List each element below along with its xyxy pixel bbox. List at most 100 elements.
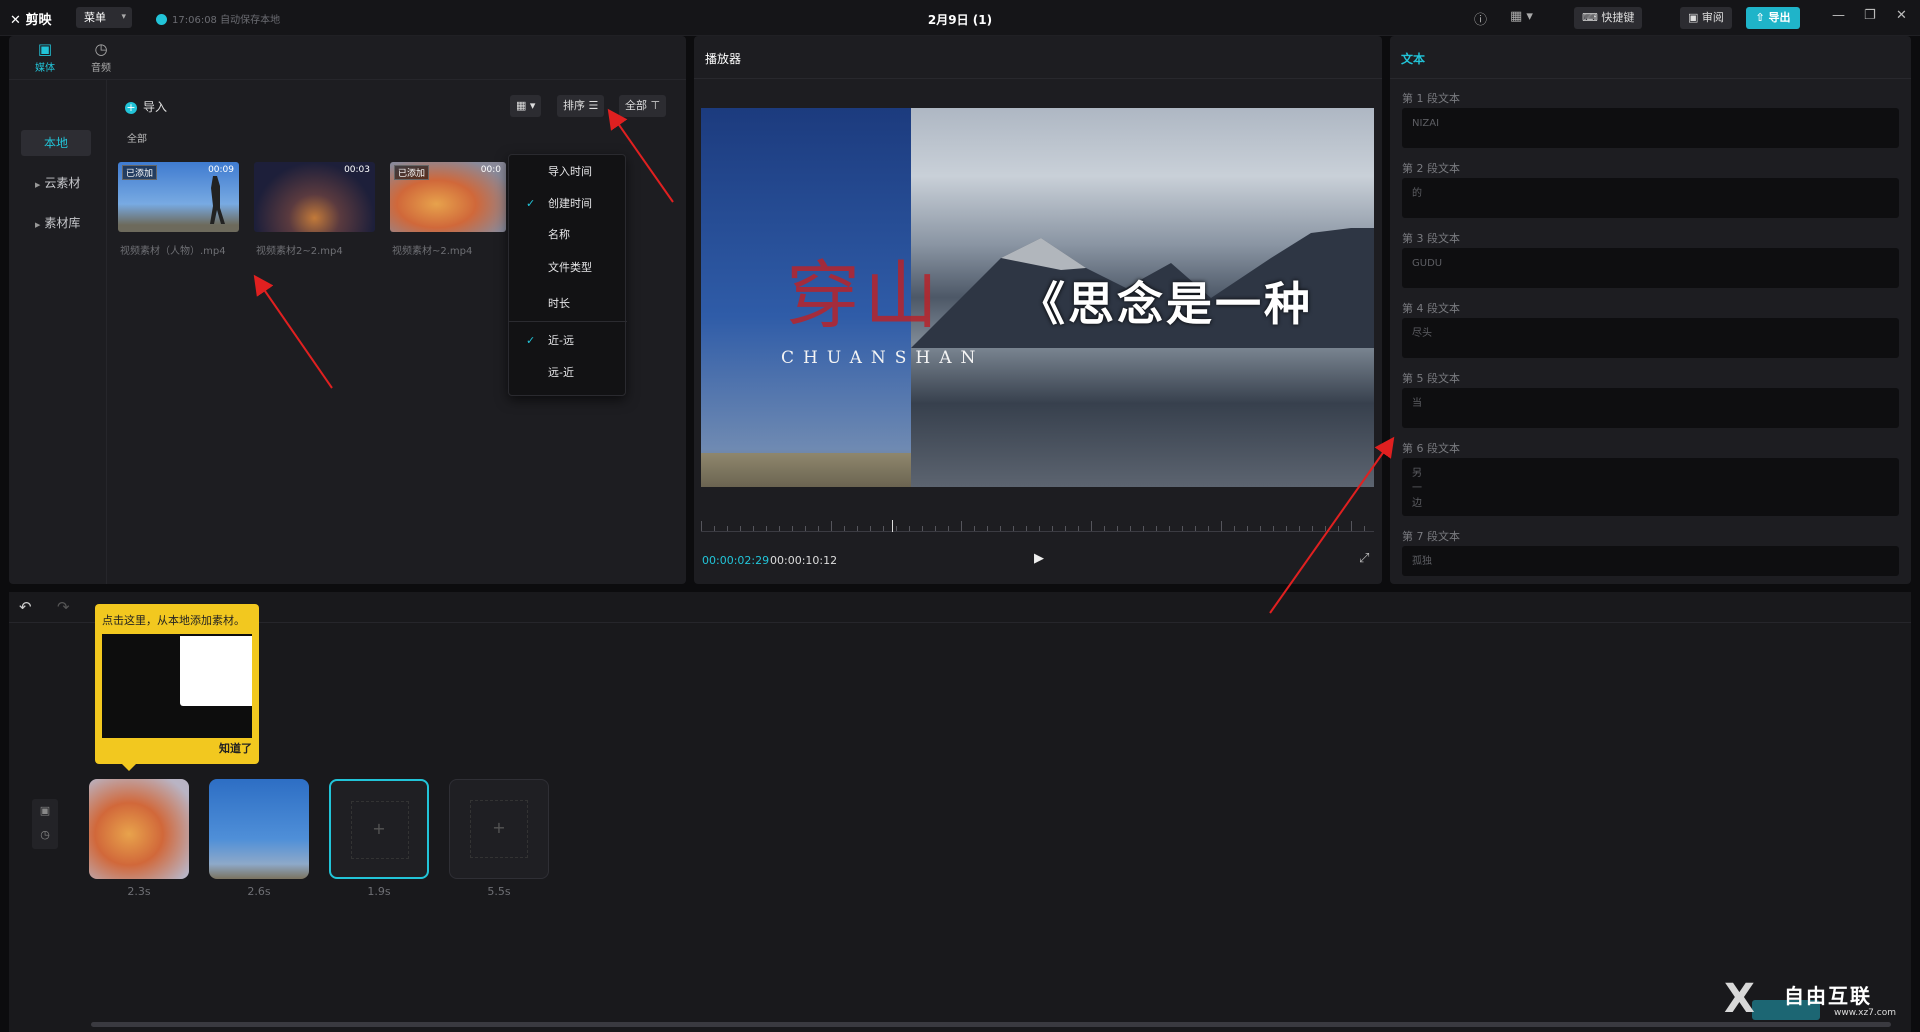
ruler-tick	[1286, 526, 1287, 531]
sort-label: 排序	[563, 99, 585, 112]
timeline-clip[interactable]	[89, 779, 189, 879]
sort-option-file-type[interactable]: 文件类型	[509, 255, 627, 281]
ruler-tick	[935, 526, 936, 531]
ruler-tick	[922, 526, 923, 531]
timeline-clip[interactable]	[209, 779, 309, 879]
ruler-tick	[844, 526, 845, 531]
ruler-tick	[1364, 526, 1365, 531]
sort-option-duration[interactable]: 时长	[509, 291, 627, 317]
sort-option-label: 文件类型	[548, 261, 592, 274]
import-button[interactable]: + 导入	[125, 98, 167, 115]
media-panel: ▣ 媒体 ◷ 音频 本地 ▶ 云素材 ▶ 素材库 + 导入 全部 ▦ ▾ 排序 ☰ 全部 …	[9, 36, 686, 584]
close-icon[interactable]: ✕	[1896, 8, 1907, 23]
segment-text-field[interactable]: 另 一 边	[1402, 458, 1899, 516]
media-item[interactable]: 已添加 00:09	[118, 162, 239, 232]
segment-label: 第 4 段文本	[1402, 302, 1460, 315]
export-button[interactable]: ⇧ 导出	[1746, 7, 1800, 29]
ruler-tick	[1091, 521, 1092, 531]
duration-label: 00:03	[344, 165, 370, 175]
minimize-icon[interactable]: —	[1832, 8, 1845, 23]
sort-option-label: 远-近	[548, 366, 574, 379]
ruler-tick	[831, 521, 832, 531]
overlay-right-text: 《思念是一种	[1019, 277, 1313, 331]
ruler-tick	[1078, 526, 1079, 531]
undo-icon[interactable]: ↶	[19, 598, 32, 616]
segment-text-field[interactable]: GUDU	[1402, 248, 1899, 288]
sort-option-name[interactable]: 名称	[509, 222, 627, 248]
play-icon[interactable]: ▶	[1034, 551, 1044, 566]
sort-option-create-time[interactable]: ✓ 创建时间	[509, 191, 627, 217]
ruler-tick	[1026, 526, 1027, 531]
ruler-tick	[1169, 526, 1170, 531]
redo-icon[interactable]: ↷	[57, 598, 70, 616]
help-icon[interactable]: ⓘ	[1474, 9, 1487, 28]
layout-icon[interactable]: ▦ ▾	[1510, 9, 1533, 24]
plus-icon: +	[372, 819, 386, 838]
segment-text-field[interactable]: 孤独	[1402, 546, 1899, 576]
watermark-text: 自由互联	[1784, 984, 1872, 1008]
logo-icon: ✕	[10, 13, 21, 28]
track-tools: ▣ ◷	[32, 799, 58, 849]
review-button[interactable]: ▣ 审阅	[1680, 7, 1732, 29]
timeline-scrollbar[interactable]	[91, 1022, 1891, 1027]
sort-option-label: 导入时间	[548, 165, 592, 178]
ruler-tick	[948, 526, 949, 531]
chevron-down-icon: ▾	[121, 12, 126, 22]
restore-icon[interactable]: ❐	[1864, 8, 1876, 23]
sort-option-label: 近-远	[548, 334, 574, 347]
ruler-tick	[753, 526, 754, 531]
caret-right-icon: ▶	[35, 181, 41, 189]
tab-audio-label: 音频	[91, 63, 111, 74]
audio-track-icon[interactable]: ◷	[32, 823, 58, 847]
sort-option-near-far[interactable]: ✓ 近-远	[509, 328, 627, 354]
tab-audio[interactable]: ◷ 音频	[79, 40, 123, 74]
tab-media[interactable]: ▣ 媒体	[23, 40, 67, 74]
divider	[694, 78, 1382, 79]
segment-text-field[interactable]: 当	[1402, 388, 1899, 428]
menu-button[interactable]: 菜单 ▾	[76, 7, 132, 28]
sort-option-import-time[interactable]: 导入时间	[509, 159, 627, 185]
total-time: 00:00:10:12	[770, 554, 838, 567]
watermark-url: www.xz7.com	[1834, 1008, 1896, 1018]
sidebar-item-local[interactable]: 本地	[21, 130, 91, 156]
segment-label: 第 5 段文本	[1402, 372, 1460, 385]
ruler-tick	[1247, 526, 1248, 531]
media-item[interactable]: 00:03	[254, 162, 375, 232]
shortcut-label: 快捷键	[1601, 11, 1635, 24]
sidebar-item-library[interactable]: ▶ 素材库	[21, 210, 91, 236]
sort-option-label: 创建时间	[548, 197, 592, 210]
all-media-label: 全部	[127, 134, 147, 145]
media-item[interactable]: 已添加 00:0	[390, 162, 506, 232]
segment-text-field[interactable]: NIZAI	[1402, 108, 1899, 148]
filter-button[interactable]: 全部 ⊤	[619, 95, 667, 117]
video-track-icon[interactable]: ▣	[32, 799, 58, 823]
ruler-tick	[818, 526, 819, 531]
sort-button[interactable]: 排序 ☰	[557, 95, 605, 117]
tooltip-caret	[122, 764, 136, 771]
fullscreen-icon[interactable]: ⤢	[1359, 551, 1369, 566]
document-title: 2月9日 (1)	[927, 13, 993, 27]
playhead[interactable]	[892, 520, 893, 532]
segment-label: 第 3 段文本	[1402, 232, 1460, 245]
shortcut-button[interactable]: ⌨ 快捷键	[1574, 7, 1643, 29]
ruler-tick	[1351, 521, 1352, 531]
timeline-clip-empty[interactable]: +	[449, 779, 549, 879]
segment-label: 第 2 段文本	[1402, 162, 1460, 175]
video-preview[interactable]: 穿山 CHUANSHAN 《思念是一种	[701, 108, 1374, 487]
sidebar-item-cloud[interactable]: ▶ 云素材	[21, 170, 91, 196]
autosave-status: 17:06:08 自动保存本地	[156, 11, 280, 26]
tooltip-dismiss-button[interactable]: 知道了	[219, 740, 252, 756]
time-ruler[interactable]	[701, 518, 1374, 532]
sidebar-item-label: 素材库	[44, 216, 81, 230]
sort-option-far-near[interactable]: 远-近	[509, 360, 627, 386]
duration-label: 00:0	[480, 165, 501, 175]
segment-text-field[interactable]: 尽头	[1402, 318, 1899, 358]
ruler-tick	[1065, 526, 1066, 531]
tooltip-text: 点击这里，从本地添加素材。	[102, 614, 245, 627]
review-icon: ▣	[1688, 11, 1699, 24]
filter-label: 全部	[625, 99, 647, 112]
ruler-tick	[1221, 521, 1222, 531]
timeline-clip-empty[interactable]: +	[329, 779, 429, 879]
view-mode-button[interactable]: ▦ ▾	[510, 95, 542, 117]
segment-text-field[interactable]: 的	[1402, 178, 1899, 218]
